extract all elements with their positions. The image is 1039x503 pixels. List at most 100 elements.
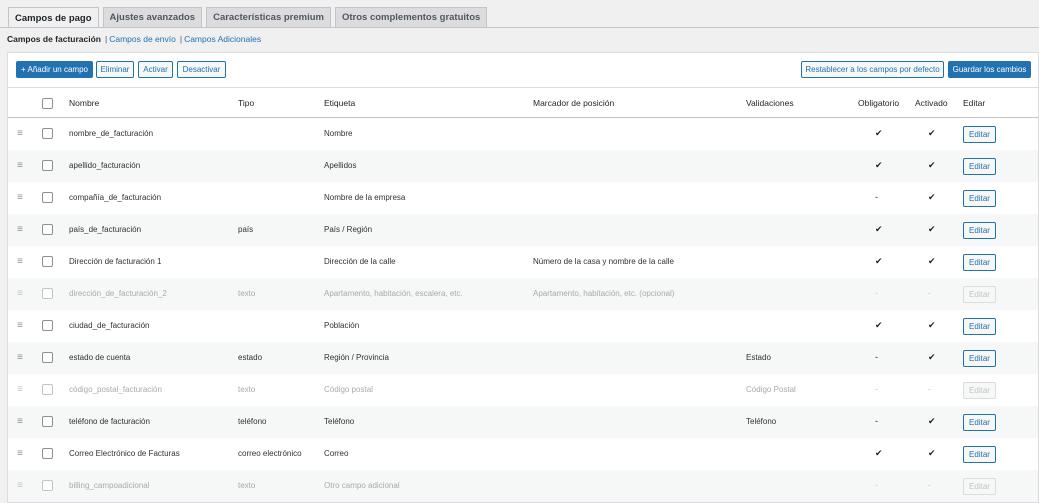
table-row: ≡ apellido_facturación Apellidos ✔ ✔ Editar bbox=[8, 150, 1038, 182]
field-placeholder: Número de la casa y nombre de la calle bbox=[533, 256, 674, 266]
enabled-indicator: ✔ bbox=[928, 319, 936, 330]
required-indicator: - bbox=[875, 288, 878, 298]
table-row: ≡ nombre_de_facturación Nombre ✔ ✔ Editar bbox=[8, 118, 1038, 150]
table-row: ≡ estado de cuenta estado Región / Provinci… bbox=[8, 342, 1038, 374]
required-indicator: ✔ bbox=[875, 447, 883, 458]
row-checkbox[interactable] bbox=[42, 352, 53, 363]
field-label: Nombre bbox=[324, 128, 353, 138]
tabs-divider bbox=[0, 27, 1039, 28]
deactivate-button[interactable]: Desactivar bbox=[177, 61, 226, 78]
row-checkbox[interactable] bbox=[42, 256, 53, 267]
table-header: Nombre Tipo Etiqueta Marcador de posició… bbox=[8, 88, 1038, 118]
row-checkbox[interactable] bbox=[42, 416, 53, 427]
enabled-indicator: ✔ bbox=[928, 223, 936, 234]
row-checkbox[interactable] bbox=[42, 160, 53, 171]
fields-panel: + Añadir un campo Eliminar Activar Desac… bbox=[7, 52, 1039, 503]
drag-handle-icon[interactable]: ≡ bbox=[17, 342, 23, 372]
enabled-indicator: ✔ bbox=[928, 351, 936, 362]
table-row: ≡ dirección_de_facturación_2 texto Apartame… bbox=[8, 278, 1038, 310]
enabled-indicator: ✔ bbox=[928, 415, 936, 426]
field-name: código_postal_facturación bbox=[69, 384, 162, 394]
field-label: Región / Provincia bbox=[324, 352, 389, 362]
row-checkbox[interactable] bbox=[42, 320, 53, 331]
edit-field-button[interactable]: Editar bbox=[963, 478, 996, 495]
subnav-link-adicionales[interactable]: Campos Adicionales bbox=[184, 34, 261, 44]
row-checkbox[interactable] bbox=[42, 384, 53, 395]
field-type: estado bbox=[238, 352, 263, 362]
field-name: teléfono de facturación bbox=[69, 416, 150, 426]
edit-field-button[interactable]: Editar bbox=[963, 318, 996, 335]
row-checkbox[interactable] bbox=[42, 192, 53, 203]
subnav-current: Campos de facturación bbox=[7, 34, 101, 44]
tab-ajustes-avanzados[interactable]: Ajustes avanzados bbox=[102, 7, 203, 27]
field-label: Otro campo adicional bbox=[324, 480, 400, 490]
edit-field-button[interactable]: Editar bbox=[963, 126, 996, 143]
enabled-indicator: ✔ bbox=[928, 159, 936, 170]
enabled-indicator: - bbox=[928, 384, 931, 394]
drag-handle-icon[interactable]: ≡ bbox=[17, 310, 23, 340]
reset-defaults-button[interactable]: Restablecer a los campos por defecto bbox=[801, 61, 944, 78]
save-changes-button[interactable]: Guardar los cambios bbox=[948, 61, 1031, 78]
field-name: billing_campoadicional bbox=[69, 480, 150, 490]
tab-otros-complementos[interactable]: Otros complementos gratuitos bbox=[334, 7, 488, 27]
field-validations: Estado bbox=[746, 352, 771, 362]
table-row: ≡ Correo Electrónico de Facturas correo el… bbox=[8, 438, 1038, 470]
delete-button[interactable]: Eliminar bbox=[96, 61, 134, 78]
field-name: compañía_de_facturación bbox=[69, 192, 162, 202]
edit-field-button[interactable]: Editar bbox=[963, 158, 996, 175]
edit-field-button[interactable]: Editar bbox=[963, 382, 996, 399]
field-name: ciudad_de_facturación bbox=[69, 320, 150, 330]
edit-field-button[interactable]: Editar bbox=[963, 414, 996, 431]
enabled-indicator: - bbox=[928, 480, 931, 490]
tab-campos-de-pago[interactable]: Campos de pago bbox=[8, 7, 99, 28]
edit-field-button[interactable]: Editar bbox=[963, 190, 996, 207]
field-name: estado de cuenta bbox=[69, 352, 131, 362]
column-header-name: Nombre bbox=[69, 98, 100, 108]
row-checkbox[interactable] bbox=[42, 288, 53, 299]
field-validations: Código Postal bbox=[746, 384, 796, 394]
field-label: País / Región bbox=[324, 224, 373, 234]
required-indicator: - bbox=[875, 480, 878, 490]
required-indicator: ✔ bbox=[875, 255, 883, 266]
drag-handle-icon[interactable]: ≡ bbox=[17, 118, 23, 148]
drag-handle-icon[interactable]: ≡ bbox=[17, 246, 23, 276]
tab-caracteristicas-premium[interactable]: Características premium bbox=[206, 7, 331, 27]
enabled-indicator: ✔ bbox=[928, 447, 936, 458]
row-checkbox[interactable] bbox=[42, 224, 53, 235]
table-row: ≡ código_postal_facturación texto Código po… bbox=[8, 374, 1038, 406]
edit-field-button[interactable]: Editar bbox=[963, 286, 996, 303]
enabled-indicator: ✔ bbox=[928, 127, 936, 138]
edit-field-button[interactable]: Editar bbox=[963, 350, 996, 367]
drag-handle-icon[interactable]: ≡ bbox=[17, 150, 23, 180]
drag-handle-icon[interactable]: ≡ bbox=[17, 438, 23, 468]
field-name: dirección_de_facturación_2 bbox=[69, 288, 167, 298]
table-row: ≡ país_de_facturación país País / Región ✔ ✔ E… bbox=[8, 214, 1038, 246]
row-checkbox[interactable] bbox=[42, 480, 53, 491]
table-row: ≡ compañía_de_facturación Nombre de la emp… bbox=[8, 182, 1038, 214]
drag-handle-icon[interactable]: ≡ bbox=[17, 278, 23, 308]
subnav-separator: | bbox=[105, 34, 108, 44]
drag-handle-icon[interactable]: ≡ bbox=[17, 214, 23, 244]
add-field-button[interactable]: + Añadir un campo bbox=[16, 61, 93, 78]
drag-handle-icon[interactable]: ≡ bbox=[17, 182, 23, 212]
enabled-indicator: ✔ bbox=[928, 191, 936, 202]
subnav-link-envio[interactable]: Campos de envío bbox=[109, 34, 176, 44]
drag-handle-icon[interactable]: ≡ bbox=[17, 470, 23, 500]
drag-handle-icon[interactable]: ≡ bbox=[17, 374, 23, 404]
edit-field-button[interactable]: Editar bbox=[963, 446, 996, 463]
field-label: Teléfono bbox=[324, 416, 355, 426]
field-label: Código postal bbox=[324, 384, 373, 394]
subnav-separator: | bbox=[179, 34, 183, 44]
select-all-checkbox[interactable] bbox=[42, 98, 53, 109]
edit-field-button[interactable]: Editar bbox=[963, 222, 996, 239]
edit-field-button[interactable]: Editar bbox=[963, 254, 996, 271]
row-checkbox[interactable] bbox=[42, 448, 53, 459]
row-checkbox[interactable] bbox=[42, 128, 53, 139]
column-header-enabled: Activado bbox=[915, 98, 948, 108]
field-label: Apellidos bbox=[324, 160, 357, 170]
drag-handle-icon[interactable]: ≡ bbox=[17, 406, 23, 436]
activate-button[interactable]: Activar bbox=[138, 61, 173, 78]
field-label: Nombre de la empresa bbox=[324, 192, 406, 202]
field-label: Dirección de la calle bbox=[324, 256, 396, 266]
field-type: texto bbox=[238, 384, 256, 394]
